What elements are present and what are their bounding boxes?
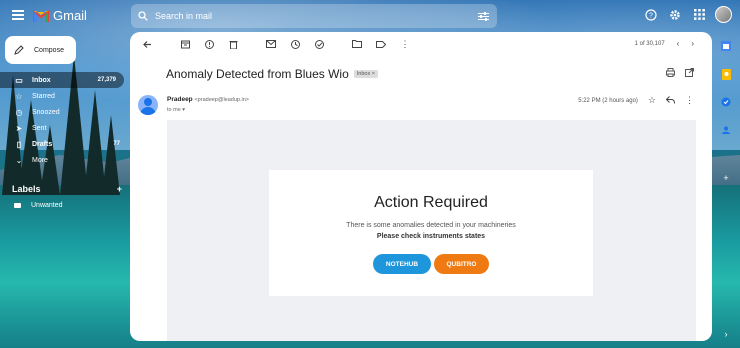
main-menu-icon[interactable] <box>12 10 24 20</box>
delete-icon[interactable] <box>224 35 242 53</box>
sidebar-item-snoozed[interactable]: ◷ Snoozed <box>0 104 128 120</box>
more-vert-icon[interactable]: ⋮ <box>396 35 414 53</box>
star-icon[interactable]: ☆ <box>648 95 656 106</box>
pager: 1 of 30,107 ‹ › <box>635 39 694 48</box>
mail-toolbar: ⋮ 1 of 30,107 ‹ › <box>130 32 712 56</box>
sidebar-item-label: Sent <box>32 124 47 132</box>
qubitro-button[interactable]: QUBITRO <box>434 254 489 274</box>
labels-title: Labels <box>12 184 41 194</box>
card-instruction: Please check instruments states <box>376 233 486 240</box>
contacts-icon[interactable] <box>720 124 732 136</box>
inbox-icon: ▭ <box>15 75 23 85</box>
add-addon-icon[interactable]: + <box>720 172 732 184</box>
labels-heading: Labels + <box>12 184 122 194</box>
card-buttons: NOTEHUB QUBITRO <box>269 254 593 274</box>
open-in-new-window-icon[interactable] <box>685 68 694 79</box>
newer-chevron-icon[interactable]: ‹ <box>677 39 680 48</box>
side-panel: + › <box>713 32 740 348</box>
notehub-button[interactable]: NOTEHUB <box>373 254 431 274</box>
report-spam-icon[interactable] <box>200 35 218 53</box>
older-chevron-icon[interactable]: › <box>691 39 694 48</box>
svg-text:?: ? <box>649 12 653 19</box>
email-body: Action Required There is some anomalies … <box>167 120 696 341</box>
recipient-dropdown[interactable]: to me ▾ <box>167 107 185 113</box>
add-task-icon[interactable] <box>310 35 328 53</box>
email-subject-row: Anomaly Detected from Blues Wio Inbox × <box>166 67 378 81</box>
more-vert-icon[interactable]: ⋮ <box>685 95 694 106</box>
chevron-down-icon: ⌄ <box>15 155 23 165</box>
add-label-icon[interactable]: + <box>117 184 122 194</box>
sidebar-item-label: Starred <box>32 92 55 100</box>
help-icon[interactable]: ? <box>643 7 659 23</box>
draft-icon: ▯ <box>16 139 22 149</box>
card-title: Action Required <box>374 194 488 211</box>
expand-panel-icon[interactable]: › <box>720 328 732 340</box>
pencil-icon <box>14 45 24 55</box>
email-meta: 5:22 PM (2 hours ago) ☆ ⋮ <box>578 95 694 106</box>
calendar-icon[interactable] <box>720 40 732 52</box>
mail-pane: ⋮ 1 of 30,107 ‹ › Anomaly Detected from … <box>130 32 712 341</box>
email-timestamp: 5:22 PM (2 hours ago) <box>578 97 638 104</box>
compose-button[interactable]: Compose <box>5 36 76 64</box>
account-avatar[interactable] <box>715 6 732 23</box>
sidebar-item-label: Drafts <box>32 140 53 148</box>
mark-unread-icon[interactable] <box>262 35 280 53</box>
snooze-icon[interactable] <box>286 35 304 53</box>
sender-name: Pradeep <box>167 96 193 103</box>
tasks-icon[interactable] <box>720 96 732 108</box>
gmail-logo[interactable]: Gmail <box>33 8 87 23</box>
star-icon: ☆ <box>15 91 23 101</box>
settings-icon[interactable] <box>667 7 683 23</box>
keep-icon[interactable] <box>720 68 732 80</box>
print-icon[interactable] <box>666 68 675 79</box>
card-message: There is some anomalies detected in your… <box>346 222 516 229</box>
action-card: Action Required There is some anomalies … <box>269 170 593 296</box>
compose-label: Compose <box>34 46 64 54</box>
app-name: Gmail <box>53 8 87 23</box>
search-options-icon[interactable] <box>469 11 497 21</box>
sender-avatar[interactable] <box>138 95 158 115</box>
sender-email: <pradeep@leadup.in> <box>194 97 249 103</box>
search-input[interactable]: Search in mail <box>155 11 469 21</box>
label-icon[interactable] <box>372 35 390 53</box>
subject-actions <box>666 68 694 79</box>
sidebar-item-label: Snoozed <box>32 108 60 116</box>
label-name: Unwanted <box>31 202 63 209</box>
sidebar-item-inbox[interactable]: ▭ Inbox 27,379 <box>0 72 124 88</box>
sidebar-nav: ▭ Inbox 27,379 ☆ Starred ◷ Snoozed ➤ Sen… <box>0 72 128 168</box>
search-icon[interactable] <box>131 11 155 21</box>
email-subject: Anomaly Detected from Blues Wio <box>166 67 349 81</box>
top-bar: Gmail Search in mail ? <box>0 0 740 32</box>
move-to-icon[interactable] <box>348 35 366 53</box>
sidebar-item-label: More <box>32 156 48 164</box>
sidebar-item-starred[interactable]: ☆ Starred <box>0 88 128 104</box>
sender-info: Pradeep <pradeep@leadup.in> <box>167 96 249 103</box>
send-icon: ➤ <box>15 123 23 133</box>
sidebar-item-drafts[interactable]: ▯ Drafts 77 <box>0 136 128 152</box>
apps-grid-icon[interactable] <box>691 7 707 23</box>
sidebar-item-more[interactable]: ⌄ More <box>0 152 128 168</box>
sidebar-item-label: Inbox <box>32 76 51 84</box>
sidebar-item-sent[interactable]: ➤ Sent <box>0 120 128 136</box>
unread-count: 27,379 <box>97 77 116 83</box>
top-right-actions: ? <box>643 6 732 23</box>
back-arrow-icon[interactable] <box>138 35 156 53</box>
pager-text: 1 of 30,107 <box>634 40 665 47</box>
archive-icon[interactable] <box>176 35 194 53</box>
draft-count: 77 <box>113 141 120 147</box>
search-bar[interactable]: Search in mail <box>131 4 497 28</box>
inbox-label-badge[interactable]: Inbox × <box>353 70 378 78</box>
gmail-m-icon <box>33 9 49 22</box>
label-tag-icon <box>14 203 21 208</box>
reply-icon[interactable] <box>665 95 675 106</box>
clock-icon: ◷ <box>15 107 23 117</box>
label-unwanted[interactable]: Unwanted <box>14 202 63 209</box>
